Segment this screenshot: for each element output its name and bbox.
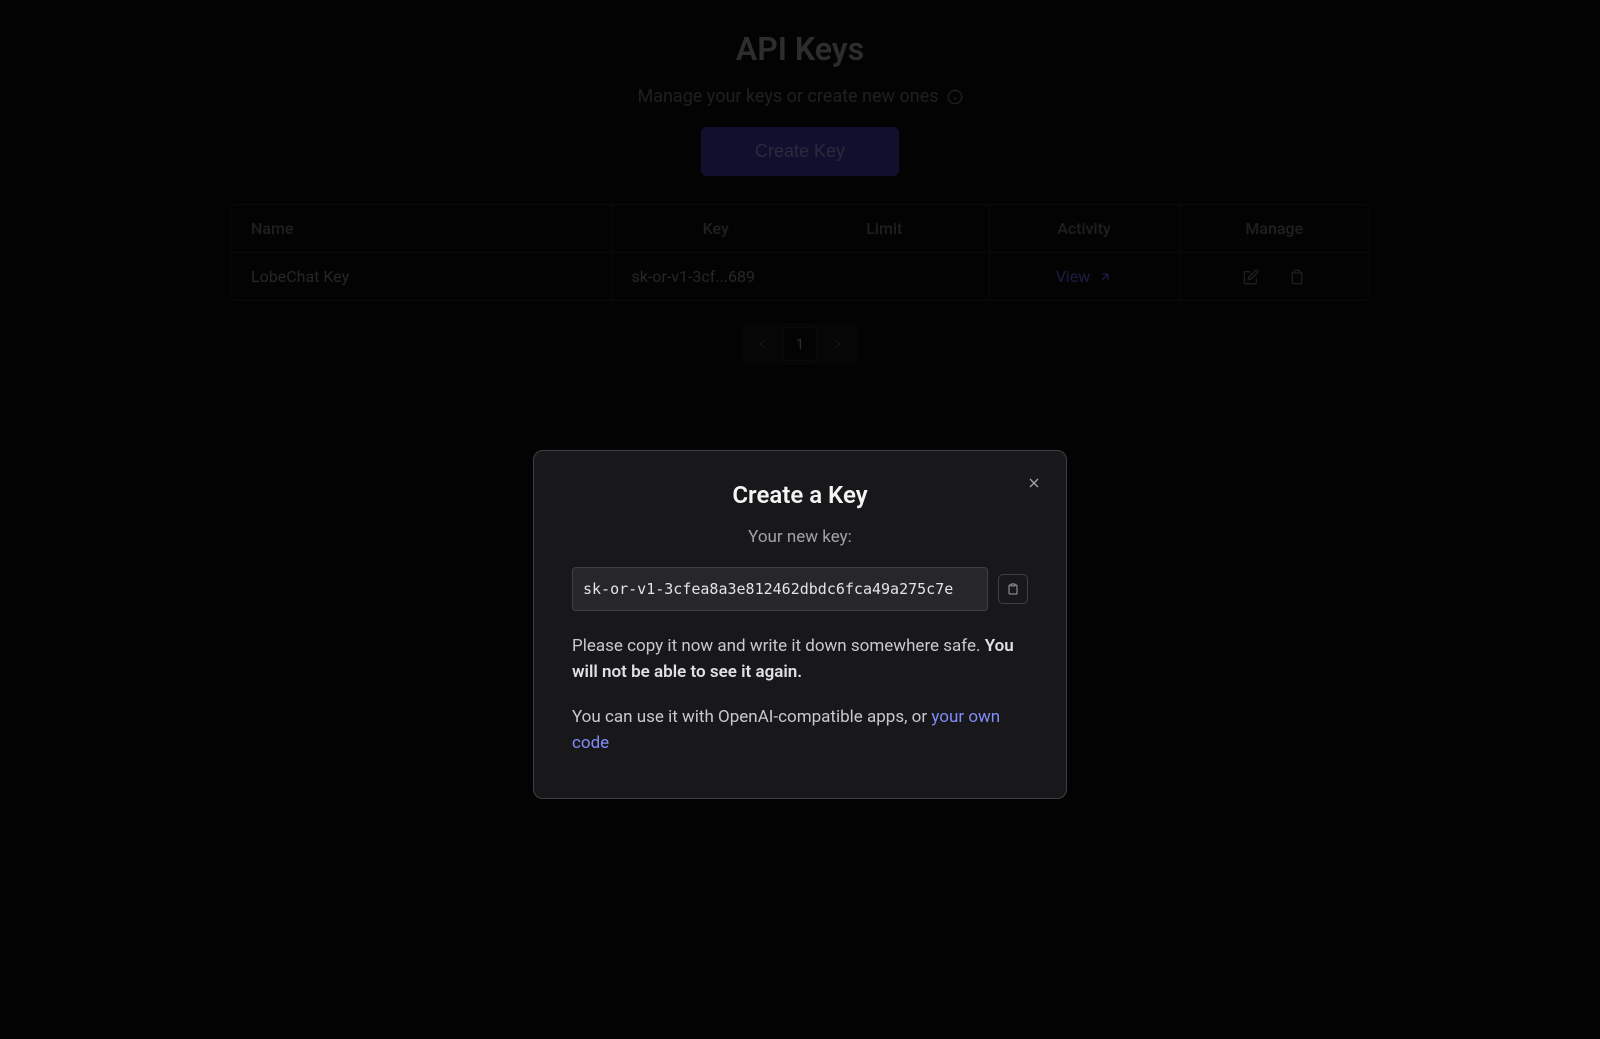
api-key-value[interactable]: sk-or-v1-3cfea8a3e812462dbdc6fca49a275c7… (572, 567, 988, 611)
modal-overlay[interactable]: Create a Key Your new key: sk-or-v1-3cfe… (0, 0, 1600, 1039)
copy-button[interactable] (998, 574, 1028, 604)
modal-title: Create a Key (572, 481, 1028, 509)
modal-subtitle: Your new key: (572, 527, 1028, 547)
usage-prefix: You can use it with OpenAI-compatible ap… (572, 707, 931, 727)
create-key-modal: Create a Key Your new key: sk-or-v1-3cfe… (533, 450, 1067, 799)
key-row: sk-or-v1-3cfea8a3e812462dbdc6fca49a275c7… (572, 567, 1028, 611)
clipboard-icon (1007, 582, 1019, 596)
modal-usage: You can use it with OpenAI-compatible ap… (572, 704, 1028, 757)
close-button[interactable] (1022, 471, 1046, 498)
warning-prefix: Please copy it now and write it down som… (572, 636, 985, 656)
close-icon (1026, 475, 1042, 491)
modal-warning: Please copy it now and write it down som… (572, 633, 1028, 686)
